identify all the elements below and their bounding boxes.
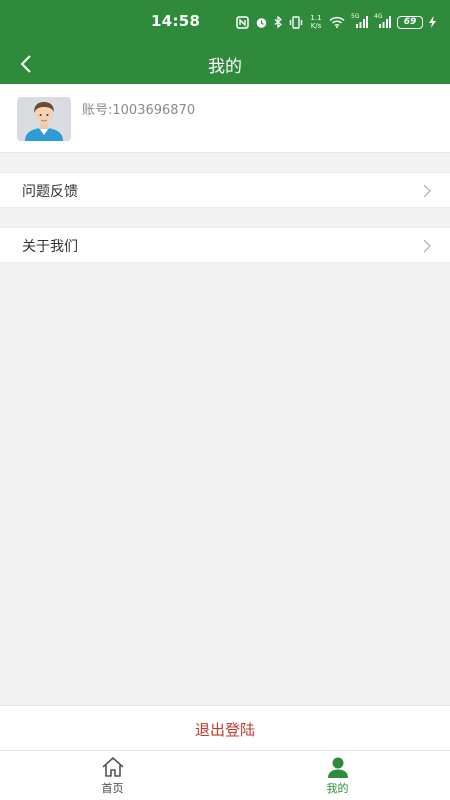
bluetooth-icon xyxy=(274,15,283,29)
menu-item-label: 问题反馈 xyxy=(22,184,78,200)
tab-label: 首页 xyxy=(101,781,124,795)
page-title: 我的 xyxy=(208,57,242,77)
tab-label: 我的 xyxy=(326,781,349,795)
account-number: 账号:1003696870 xyxy=(82,103,196,118)
status-icons: 1.1 K/s 5G 4G 69 xyxy=(236,13,436,31)
chevron-right-icon xyxy=(423,239,431,253)
nav-bar: 我的 xyxy=(0,44,450,84)
net-speed: 1.1 K/s xyxy=(310,14,322,30)
signal-4g-label: 4G xyxy=(374,13,383,20)
status-bar: 14:58 1.1 K/s 5G 4G 69 xyxy=(0,0,450,44)
logout-button[interactable]: 退出登陆 xyxy=(0,705,450,751)
menu-item-about[interactable]: 关于我们 xyxy=(0,227,450,263)
user-avatar-icon xyxy=(17,97,71,141)
tab-home[interactable]: 首页 xyxy=(0,751,225,800)
charging-icon xyxy=(429,16,436,28)
menu-item-label: 关于我们 xyxy=(22,239,78,255)
nfc-icon xyxy=(236,15,249,29)
wifi-icon xyxy=(329,16,345,28)
menu-item-feedback[interactable]: 问题反馈 xyxy=(0,172,450,208)
tab-mine[interactable]: 我的 xyxy=(225,751,450,800)
status-time: 14:58 xyxy=(151,12,201,30)
signal-5g-label: 5G xyxy=(351,13,360,20)
avatar xyxy=(17,97,71,141)
chevron-right-icon xyxy=(423,184,431,198)
person-icon xyxy=(327,757,348,778)
logout-label: 退出登陆 xyxy=(194,721,255,739)
battery-icon: 69 xyxy=(397,15,423,29)
home-icon xyxy=(101,756,124,777)
bottom-tab-bar: 首页 我的 xyxy=(0,751,450,800)
signal-4g-icon: 4G xyxy=(374,13,391,28)
profile-card: 账号:1003696870 xyxy=(0,84,450,153)
vibrate-icon xyxy=(289,15,303,29)
signal-5g-icon: 5G xyxy=(351,13,368,28)
alarm-icon xyxy=(255,16,268,29)
